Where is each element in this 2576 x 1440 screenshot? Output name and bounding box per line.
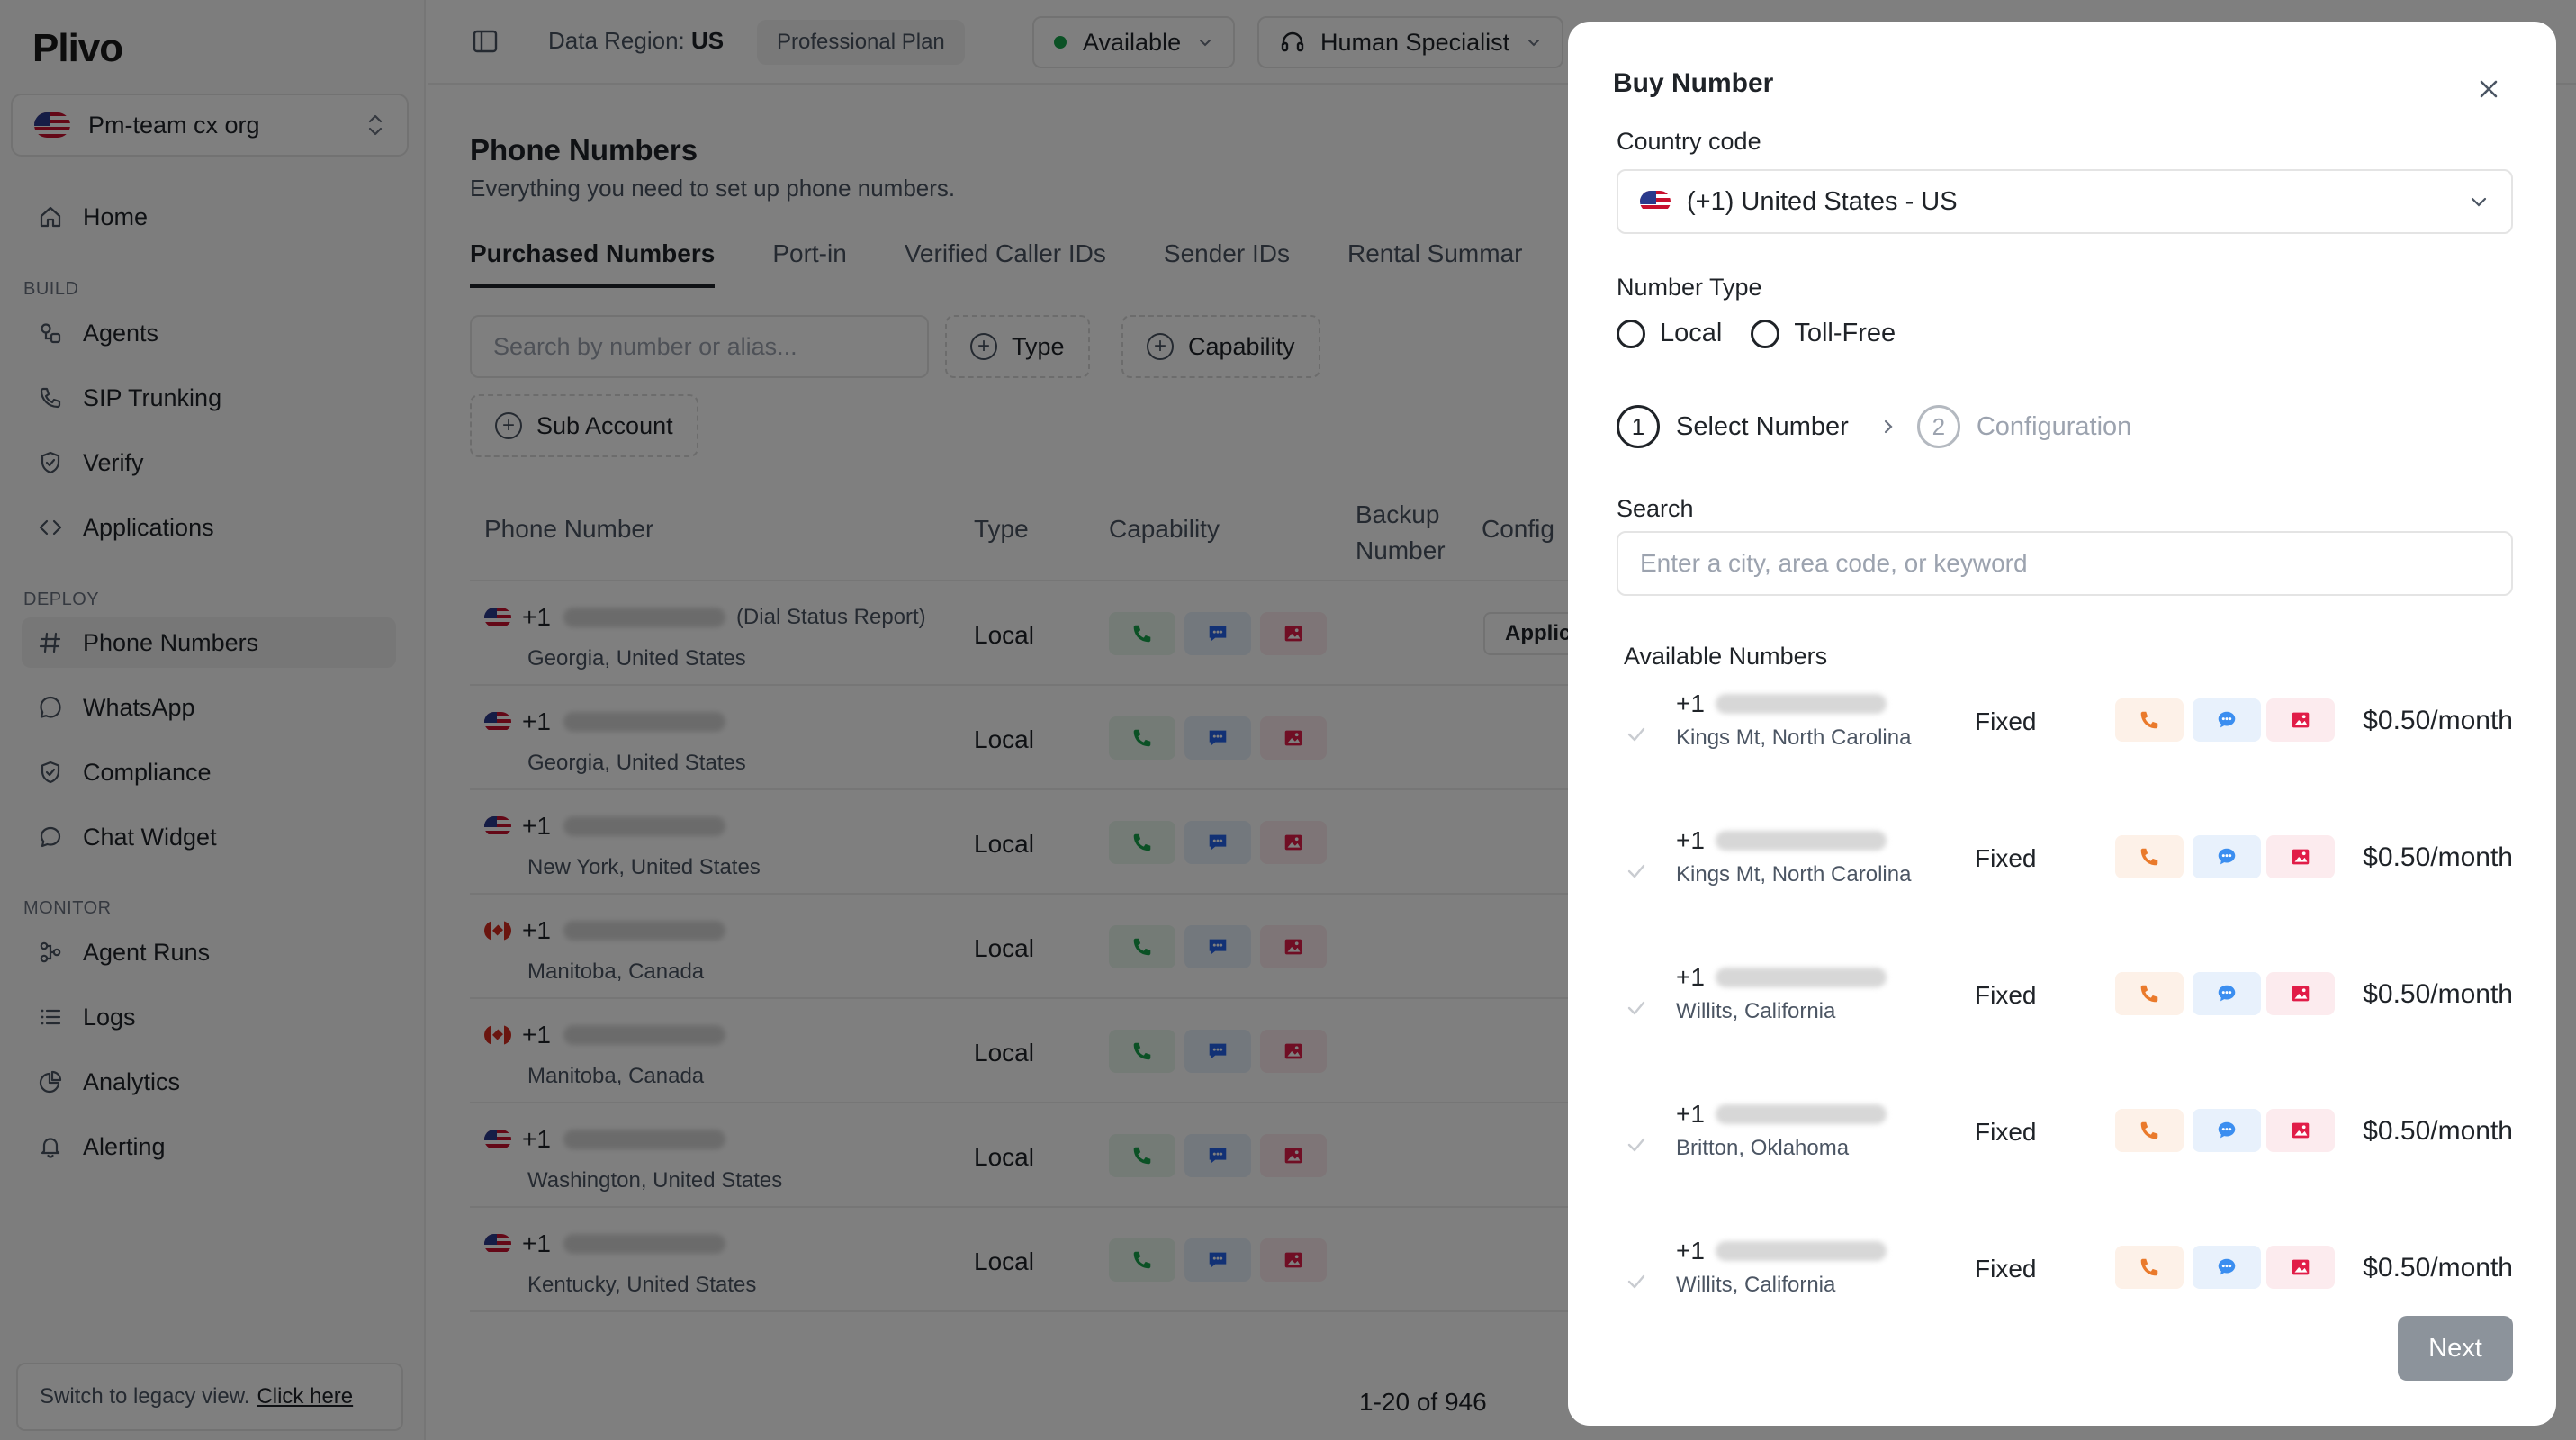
- country-code-label: Country code: [1617, 128, 1761, 155]
- number-type: Fixed: [1975, 844, 2037, 872]
- dialog-title: Buy Number: [1613, 68, 1774, 98]
- country-code-select[interactable]: (+1) United States - US: [1617, 169, 2513, 234]
- redacted-number: [1715, 831, 1887, 850]
- number-location: Kings Mt, North Carolina: [1676, 725, 1912, 750]
- available-number: +1: [1676, 826, 1887, 855]
- number-prefix: +1: [1676, 689, 1705, 717]
- check-icon[interactable]: [1624, 722, 1649, 747]
- available-number: +1: [1676, 689, 1887, 718]
- number-type-label: Number Type: [1617, 274, 1762, 301]
- voice-capability-icon: [2115, 1109, 2184, 1152]
- available-number-item[interactable]: +1 Willits, California Fixed $0.50/month: [1617, 956, 2517, 1093]
- mms-capability-icon: [2266, 835, 2335, 878]
- voice-capability-icon: [2115, 835, 2184, 878]
- available-number-item[interactable]: +1 Britton, Oklahoma Fixed $0.50/month: [1617, 1093, 2517, 1229]
- number-type: Fixed: [1975, 1118, 2037, 1146]
- close-icon[interactable]: [2477, 77, 2500, 101]
- country-code-value: (+1) United States - US: [1687, 186, 1958, 216]
- voice-capability-icon: [2115, 972, 2184, 1015]
- number-type-radio-group: Local Toll-Free: [1617, 319, 1924, 348]
- number-location: Willits, California: [1676, 1273, 1836, 1297]
- sms-capability-icon: [2193, 1109, 2261, 1152]
- radio-label-toll-free[interactable]: Toll-Free: [1794, 319, 1896, 348]
- available-number: +1: [1676, 963, 1887, 992]
- number-type: Fixed: [1975, 707, 2037, 735]
- available-numbers-title: Available Numbers: [1624, 643, 1828, 670]
- us-flag-icon: [1640, 191, 1671, 212]
- mms-capability-icon: [2266, 1109, 2335, 1152]
- number-prefix: +1: [1676, 826, 1705, 854]
- sms-capability-icon: [2193, 835, 2261, 878]
- number-price: $0.50/month: [2363, 706, 2513, 735]
- step-2-label: Configuration: [1976, 411, 2132, 441]
- redacted-number: [1715, 1241, 1887, 1261]
- available-number-item[interactable]: +1 Willits, California Fixed $0.50/month: [1617, 1229, 2517, 1366]
- number-price: $0.50/month: [2363, 1253, 2513, 1282]
- number-type: Fixed: [1975, 1255, 2037, 1282]
- chevron-down-icon: [2468, 191, 2490, 212]
- number-prefix: +1: [1676, 1237, 1705, 1264]
- number-prefix: +1: [1676, 1100, 1705, 1128]
- search-label: Search: [1617, 495, 1694, 522]
- chevron-right-icon: [1881, 417, 1896, 436]
- step-1-label: Select Number: [1676, 411, 1849, 441]
- available-number-item[interactable]: +1 Kings Mt, North Carolina Fixed $0.50/mon…: [1617, 682, 2517, 819]
- radio-toll-free[interactable]: [1751, 319, 1780, 348]
- number-location: Willits, California: [1676, 999, 1836, 1023]
- redacted-number: [1715, 694, 1887, 714]
- check-icon[interactable]: [1624, 1269, 1649, 1294]
- check-icon[interactable]: [1624, 1132, 1649, 1157]
- mms-capability-icon: [2266, 698, 2335, 742]
- number-location: Kings Mt, North Carolina: [1676, 862, 1912, 886]
- mms-capability-icon: [2266, 972, 2335, 1015]
- number-price: $0.50/month: [2363, 1116, 2513, 1146]
- mms-capability-icon: [2266, 1246, 2335, 1289]
- radio-label-local[interactable]: Local: [1660, 319, 1722, 348]
- number-price: $0.50/month: [2363, 842, 2513, 872]
- step-2-indicator: 2: [1916, 405, 1960, 448]
- redacted-number: [1715, 968, 1887, 987]
- redacted-number: [1715, 1104, 1887, 1124]
- voice-capability-icon: [2115, 698, 2184, 742]
- buy-number-dialog: Buy Number Country code (+1) United Stat…: [1568, 22, 2556, 1426]
- next-button[interactable]: Next: [2398, 1316, 2513, 1381]
- number-location: Britton, Oklahoma: [1676, 1136, 1850, 1160]
- available-number-search-input[interactable]: Enter a city, area code, or keyword: [1617, 531, 2513, 596]
- check-icon[interactable]: [1624, 995, 1649, 1021]
- voice-capability-icon: [2115, 1246, 2184, 1289]
- sms-capability-icon: [2193, 1246, 2261, 1289]
- sms-capability-icon: [2193, 698, 2261, 742]
- number-price: $0.50/month: [2363, 979, 2513, 1009]
- available-number: +1: [1676, 1237, 1887, 1265]
- purchase-stepper: 1 Select Number 2 Configuration: [1617, 405, 2131, 448]
- number-type: Fixed: [1975, 981, 2037, 1009]
- check-icon[interactable]: [1624, 859, 1649, 884]
- available-number-item[interactable]: +1 Kings Mt, North Carolina Fixed $0.50/mon…: [1617, 819, 2517, 956]
- sms-capability-icon: [2193, 972, 2261, 1015]
- radio-local[interactable]: [1617, 319, 1645, 348]
- available-number: +1: [1676, 1100, 1887, 1129]
- number-prefix: +1: [1676, 963, 1705, 991]
- step-1-indicator: 1: [1617, 405, 1660, 448]
